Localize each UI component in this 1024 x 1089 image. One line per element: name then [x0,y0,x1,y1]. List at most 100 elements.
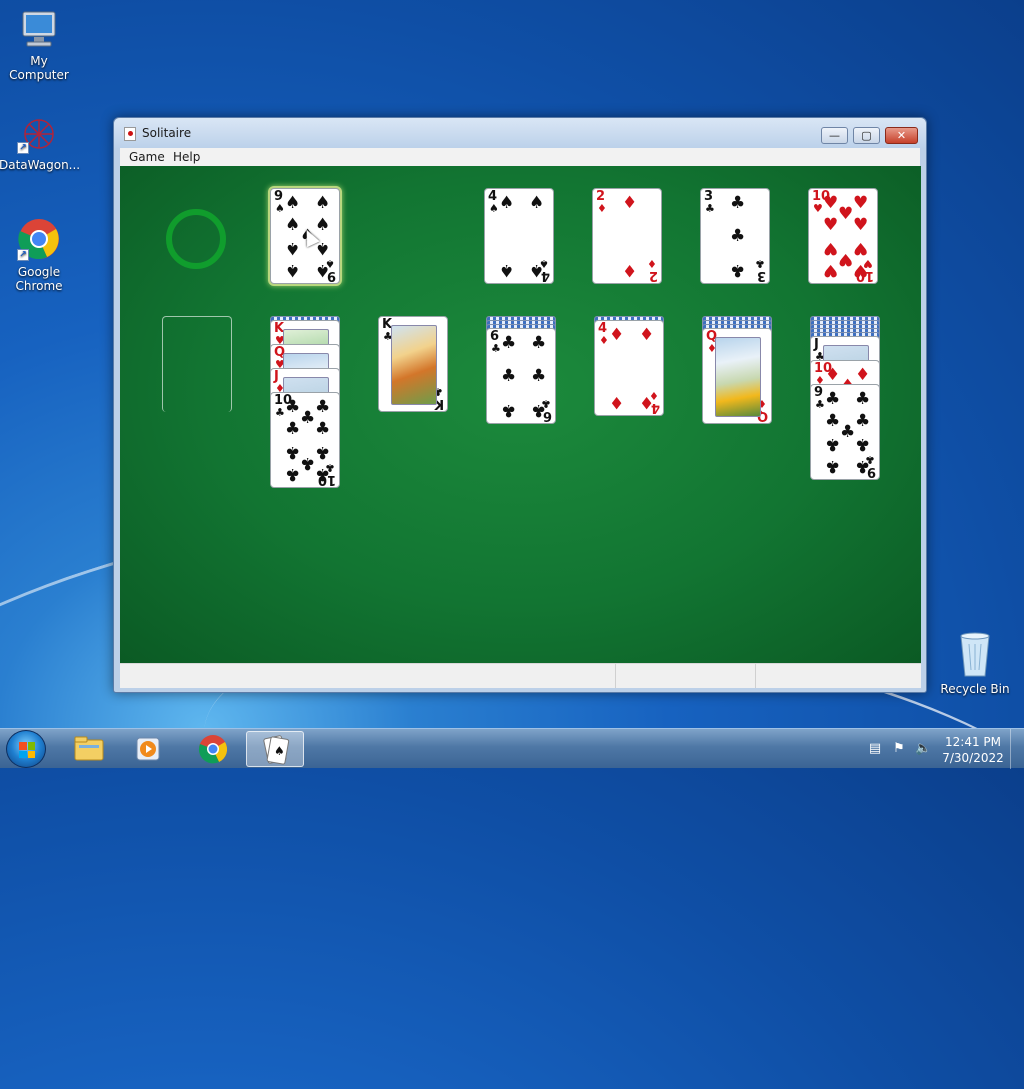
taskbar-media-player[interactable] [120,731,178,767]
title-bar[interactable]: Solitaire — ▢ ✕ [114,118,926,148]
card-suit-icon: ♠ [285,238,301,258]
volume-icon[interactable]: 🔈 [915,741,931,757]
card-suit-icon: ♣ [825,411,841,431]
card-suit-icon: ♣ [730,260,746,280]
menu-help[interactable]: Help [171,150,202,164]
card-suit-icon: ♣ [285,419,301,439]
card-suit-icon: ♦ [609,325,625,345]
card-suit-icon: ♥ [823,238,839,258]
card-suit-icon: ♦ [639,392,655,412]
game-board[interactable]: 9 ♠ 9 ♠ ♠ ♠ ♠ ♠ ♠ ♠ ♠ ♠ ♠ 4 ♠ 4 ♠ ♠ ♠ ♠ ♠ 2 ♦ 2 ♦ ♦ ♦ 3 ♣ 3 ♣ ♣ ♣ ♣ 10 ♥ 10 ♥… [120,166,921,663]
close-button[interactable]: ✕ [885,127,918,144]
tableau-empty-slot[interactable] [162,316,232,412]
taskbar: ♠ ▤ ⚑ 🔈 12:41 PM 7/30/2022 [0,728,1024,769]
start-button[interactable] [6,730,46,768]
file-explorer-icon [74,736,104,761]
card-suit-icon: ♠ [529,260,545,280]
playing-card[interactable]: 4 ♦ 4 ♦ ♦ ♦ ♦ ♦ [594,320,664,416]
card-suit-icon: ♣ [315,397,331,417]
card-suit-icon: ♦ [639,325,655,345]
card-face-art [715,337,761,417]
menu-bar: Game Help [120,148,920,166]
card-suit-icon: ♣ [531,333,547,353]
card-suit-icon: ♣ [501,333,517,353]
card-suit-icon: ♥ [823,215,839,235]
card-pips: ♣ ♣ ♣ ♣ ♣ ♣ ♣ ♣ ♣ [823,389,871,477]
desktop-icon-label: Google Chrome [15,265,63,293]
solitaire-icon: ♠ [263,735,290,765]
card-suit-icon: ♠ [285,260,301,280]
card-pips: ♦ ♦ ♦ ♦ [607,325,655,413]
svg-text:♠: ♠ [274,744,285,758]
card-suit-icon: ♣ [315,419,331,439]
card-suit-icon: ♣ [285,442,301,462]
card-suit-icon: ♣ [531,400,547,420]
desktop-icon-datawagon[interactable]: ↗ DataWagon... [0,114,81,172]
desktop-icon-label: DataWagon... [0,158,81,172]
playing-card[interactable]: 4 ♠ 4 ♠ ♠ ♠ ♠ ♠ [484,188,554,284]
card-suit-icon: ♠ [499,260,515,280]
card-suit-icon: ♣ [730,226,746,246]
media-player-icon [136,737,160,761]
card-suit-icon: ♦ [622,260,638,280]
solitaire-window: Solitaire — ▢ ✕ Game Help 9 ♠ 9 ♠ ♠ ♠ ♠ ♠ ♠ ♠ ♠ ♠ ♠ 4… [113,117,927,693]
card-suit-icon: ♣ [855,389,871,409]
status-bar [120,663,921,688]
playing-card[interactable]: K ♣ K ♣ [378,316,448,412]
network-icon[interactable]: ▤ [867,741,883,757]
chrome-icon: ↗ [17,217,61,261]
minimize-button[interactable]: — [821,127,848,144]
card-suit-icon: ♠ [315,260,331,280]
card-suit-icon: ♣ [501,366,517,386]
card-suit-icon: ♣ [730,193,746,213]
card-suit-icon: ♥ [838,249,854,269]
playing-card[interactable]: Q ♦ Q ♦ [702,328,772,424]
playing-card[interactable]: 9 ♣ 9 ♣ ♣ ♣ ♣ ♣ ♣ ♣ ♣ ♣ ♣ [810,384,880,480]
taskbar-file-explorer[interactable] [60,731,118,767]
clock-date: 7/30/2022 [942,751,1004,765]
card-suit-icon: ♣ [501,400,517,420]
playing-card[interactable]: 10 ♥ 10 ♥ ♥ ♥ ♥ ♥ ♥ ♥ ♥ ♥ ♥ ♥ [808,188,878,284]
playing-card[interactable]: 10 ♣ 10 ♣ ♣ ♣ ♣ ♣ ♣ ♣ ♣ ♣ ♣ ♣ [270,392,340,488]
card-suit-icon: ♣ [315,442,331,462]
menu-game[interactable]: Game [127,150,167,164]
desktop-icon-label: Recycle Bin [940,682,1010,696]
window-title: Solitaire [142,126,192,140]
show-desktop-button[interactable] [1010,729,1024,769]
clock-time: 12:41 PM [945,735,1001,749]
taskbar-solitaire[interactable]: ♠ [246,731,304,767]
maximize-button[interactable]: ▢ [853,127,880,144]
desktop-icon-recycle-bin[interactable]: Recycle Bin [935,630,1015,696]
card-suit-icon: ♣ [300,408,316,428]
recycle-bin-icon [955,630,995,678]
card-suit-icon: ♥ [853,193,869,213]
playing-card[interactable]: 2 ♦ 2 ♦ ♦ ♦ [592,188,662,284]
minimize-icon: — [829,129,840,142]
stock-pile-redeal-icon[interactable] [166,209,226,269]
card-suit-icon: ♠ [315,215,331,235]
card-suit-icon: ♠ [285,193,301,213]
card-suit-icon: ♥ [853,238,869,258]
system-clock[interactable]: 12:41 PM 7/30/2022 [942,734,1004,766]
desktop-icon-my-computer[interactable]: My Computer [0,10,79,82]
card-suit-icon: ♣ [825,456,841,476]
windows-logo-icon [19,742,35,758]
card-pips: ♣ ♣ ♣ ♣ ♣ ♣ [499,333,547,421]
card-suit-icon: ♣ [285,464,301,484]
action-center-flag-icon[interactable]: ⚑ [891,741,907,757]
card-suit-icon: ♣ [840,422,856,442]
status-separator [755,664,756,688]
card-pips: ♣ ♣ ♣ [713,193,759,281]
shortcut-arrow-icon: ↗ [17,142,29,154]
playing-card[interactable]: 3 ♣ 3 ♣ ♣ ♣ ♣ [700,188,770,284]
card-suit-icon: ♦ [855,365,871,385]
card-suit-icon: ♣ [531,366,547,386]
card-suit-icon: ♣ [285,397,301,417]
playing-card[interactable]: 6 ♣ 6 ♣ ♣ ♣ ♣ ♣ ♣ ♣ [486,328,556,424]
card-suit-icon: ♥ [823,260,839,280]
card-suit-icon: ♠ [529,193,545,213]
card-suit-icon: ♥ [853,215,869,235]
desktop-icon-google-chrome[interactable]: ↗ Google Chrome [0,217,79,293]
card-suit-icon: ♣ [825,389,841,409]
taskbar-chrome[interactable] [184,731,242,767]
